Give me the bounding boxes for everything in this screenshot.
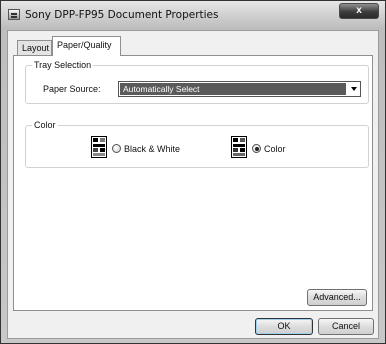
paper-source-value: Automatically Select — [120, 83, 346, 95]
document-properties-window: Sony DPP-FP95 Document Properties x Layo… — [0, 0, 386, 344]
window-title: Sony DPP-FP95 Document Properties — [25, 9, 219, 21]
title-bar[interactable]: Sony DPP-FP95 Document Properties x — [1, 1, 385, 29]
black-white-page-icon — [91, 136, 107, 158]
tray-selection-group: Tray Selection Paper Source: Automatical… — [25, 60, 369, 104]
paper-source-dropdown[interactable]: Automatically Select — [118, 81, 361, 97]
printer-icon — [8, 9, 20, 20]
color-group: Color Black & White Color — [25, 120, 369, 168]
color-page-icon — [231, 136, 247, 158]
paper-quality-panel: Tray Selection Paper Source: Automatical… — [13, 55, 373, 311]
chevron-down-icon[interactable] — [351, 87, 357, 91]
black-white-radio[interactable] — [112, 144, 121, 153]
color-radio[interactable] — [252, 144, 261, 153]
color-option-label[interactable]: Color — [264, 144, 286, 154]
close-button[interactable]: x — [339, 3, 379, 19]
tab-layout[interactable]: Layout — [17, 40, 52, 55]
advanced-button[interactable]: Advanced... — [307, 289, 367, 306]
ok-button[interactable]: OK — [255, 318, 313, 335]
dialog-body: Layout Paper/Quality Tray Selection Pape… — [7, 30, 379, 339]
paper-source-label: Paper Source: — [43, 84, 101, 94]
tray-selection-label: Tray Selection — [34, 60, 92, 70]
cancel-button[interactable]: Cancel — [318, 318, 374, 335]
tab-paper-quality[interactable]: Paper/Quality — [52, 36, 121, 56]
color-group-label: Color — [34, 120, 56, 130]
black-white-label[interactable]: Black & White — [124, 144, 180, 154]
